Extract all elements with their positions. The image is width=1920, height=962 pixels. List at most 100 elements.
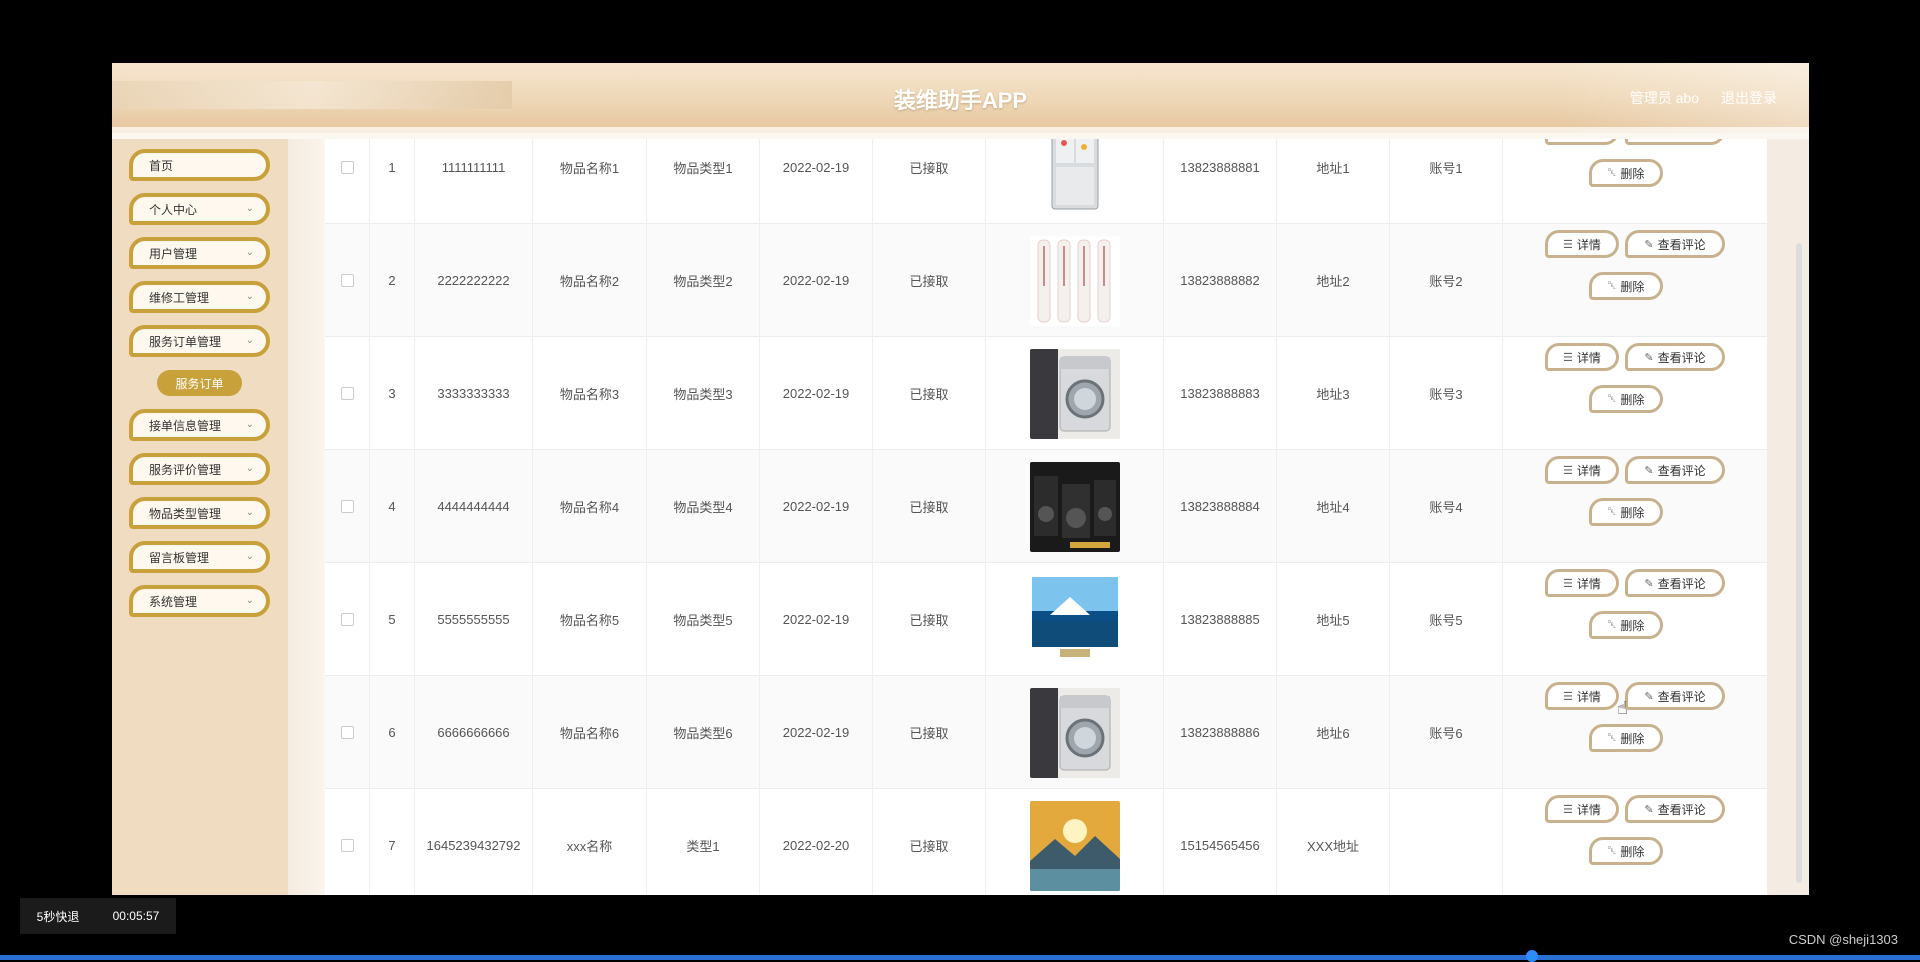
order-table: 1 1111111111 物品名称1 物品类型1 2022-02-19 已接取 138238…: [325, 139, 1767, 895]
row-checkbox[interactable]: [340, 613, 354, 626]
row-checkbox-cell: [325, 139, 370, 224]
sidebar-item-service-order-management[interactable]: 服务订单管理 ⌄: [129, 325, 270, 357]
sidebar-item-order-info-management[interactable]: 接单信息管理 ⌄: [129, 409, 270, 441]
video-player-bar: 5秒快退 00:05:57: [20, 898, 176, 934]
view-reviews-button[interactable]: ✎查看评论: [1625, 795, 1725, 823]
item-image-cell: [986, 676, 1164, 789]
item-image-cell: [986, 789, 1164, 895]
playback-time: 00:05:57: [112, 909, 160, 923]
row-checkbox[interactable]: [340, 839, 354, 852]
sidebar-item-home[interactable]: 首页: [129, 149, 270, 181]
detail-button[interactable]: ☰详情: [1545, 682, 1619, 710]
button-label: 删除: [1620, 279, 1645, 294]
chevron-down-icon: ⌄: [245, 291, 254, 302]
delete-button[interactable]: ␡ 删除: [1589, 272, 1663, 300]
phone-number: 13823888886: [1164, 676, 1277, 789]
table-row: 2 2222222222 物品名称2 物品类型2 2022-02-19 已接取 138238…: [325, 224, 1767, 337]
document-icon: ☰: [1563, 351, 1573, 364]
button-label: 删除: [1620, 618, 1645, 633]
button-label: 详情: [1576, 350, 1601, 365]
logout-link[interactable]: 退出登录: [1721, 88, 1777, 108]
delete-button[interactable]: ␡ 删除: [1589, 611, 1663, 639]
edit-icon: ✎: [1644, 803, 1654, 816]
document-icon: ☰: [1563, 464, 1573, 477]
trash-icon: ␡: [1607, 844, 1617, 857]
scrollbar-track[interactable]: [1767, 139, 1809, 895]
chevron-down-icon: ⌄: [245, 419, 254, 430]
order-number: 1645239432792: [415, 789, 533, 895]
sidebar-item-item-type-management[interactable]: 物品类型管理 ⌄: [129, 497, 270, 529]
detail-button[interactable]: ☰详情: [1545, 795, 1619, 823]
row-checkbox-cell: [325, 224, 370, 337]
delete-button[interactable]: ␡ 删除: [1589, 837, 1663, 865]
sidebar-item-label: 物品类型管理: [149, 506, 222, 521]
row-checkbox-cell: [325, 337, 370, 450]
row-index: 5: [370, 563, 415, 676]
scrollbar-thumb[interactable]: [1796, 243, 1802, 883]
sidebar-item-system-management[interactable]: 系统管理 ⌄: [129, 585, 270, 617]
address: 地址5: [1277, 563, 1390, 676]
detail-button[interactable]: ☰详情: [1545, 456, 1619, 484]
view-reviews-button[interactable]: ✎查看评论: [1625, 230, 1725, 258]
view-reviews-button[interactable]: ✎查看评论: [1625, 569, 1725, 597]
actions-cell: ☰详情✎查看评论␡删除: [1503, 337, 1767, 450]
view-reviews-button[interactable]: ✎查看评论: [1625, 343, 1725, 371]
item-image-cell: [986, 563, 1164, 676]
actions-cell: ☰详情✎查看评论 ␡删除: [1503, 450, 1767, 563]
row-index: 7: [370, 789, 415, 895]
detail-button[interactable]: ☰详情: [1545, 230, 1619, 258]
sidebar-item-repairman-management[interactable]: 维修工管理 ⌄: [129, 281, 270, 313]
sidebar-item-label: 留言板管理: [149, 550, 210, 565]
edit-icon: ✎: [1644, 351, 1654, 364]
phone-number: 13823888884: [1164, 450, 1277, 563]
sidebar-item-user-management[interactable]: 用户管理 ⌄: [129, 237, 270, 269]
button-label: 删除: [1620, 505, 1645, 520]
account: 账号4: [1390, 450, 1503, 563]
order-date: 2022-02-19: [760, 450, 873, 563]
sidebar-subitem-service-order[interactable]: 服务订单: [157, 370, 242, 396]
sidebar-item-review-management[interactable]: 服务评价管理 ⌄: [129, 453, 270, 485]
sidebar-item-message-board-management[interactable]: 留言板管理 ⌄: [129, 541, 270, 573]
item-name: 物品名称1: [533, 139, 647, 224]
table-row: 3 3333333333 物品名称3 物品类型3 2022-02-19 已接取 138238…: [325, 337, 1767, 450]
view-reviews-button[interactable]: ✎查看评论: [1625, 682, 1725, 710]
document-icon: ☰: [1563, 803, 1573, 816]
delete-button[interactable]: ␡ 删除: [1589, 385, 1663, 413]
row-checkbox[interactable]: [340, 726, 354, 739]
phone-number: 13823888882: [1164, 224, 1277, 337]
row-checkbox[interactable]: [340, 161, 354, 174]
view-reviews-button[interactable]: ✎查看评论: [1625, 139, 1725, 145]
sidebar-item-personal-center[interactable]: 个人中心 ⌄: [129, 193, 270, 225]
trash-icon: ␡: [1607, 618, 1617, 631]
table-row: 1 1111111111 物品名称1 物品类型1 2022-02-19 已接取 138238…: [325, 139, 1767, 224]
item-image: [1029, 574, 1120, 665]
view-reviews-button[interactable]: ✎查看评论: [1625, 456, 1725, 484]
phone-number: 15154565456: [1164, 789, 1277, 895]
delete-button[interactable]: ␡ 删除: [1589, 498, 1663, 526]
delete-button[interactable]: ␡ 删除: [1589, 159, 1663, 187]
detail-button[interactable]: ☰详情: [1545, 569, 1619, 597]
row-checkbox[interactable]: [340, 500, 354, 513]
detail-button[interactable]: ☰详情: [1545, 139, 1619, 145]
button-label: 详情: [1576, 237, 1601, 252]
button-label: 查看评论: [1657, 350, 1706, 365]
button-label: 详情: [1576, 576, 1601, 591]
item-name: xxx名称: [533, 789, 647, 895]
item-name: 物品名称5: [533, 563, 647, 676]
video-progress-bar[interactable]: [0, 955, 1920, 960]
edit-icon: ✎: [1644, 577, 1654, 590]
item-image: [1029, 800, 1120, 891]
edit-icon: ✎: [1644, 464, 1654, 477]
item-type: 类型1: [647, 789, 760, 895]
video-progress-knob[interactable]: [1526, 950, 1538, 962]
skip-back-button[interactable]: 5秒快退: [37, 908, 80, 925]
delete-button[interactable]: ␡ 删除: [1589, 724, 1663, 752]
row-index: 2: [370, 224, 415, 337]
button-label: 删除: [1620, 392, 1645, 407]
row-checkbox-cell: [325, 789, 370, 895]
detail-button[interactable]: ☰详情: [1545, 343, 1619, 371]
row-checkbox[interactable]: [340, 387, 354, 400]
account: 账号3: [1390, 337, 1503, 450]
sidebar-item-label: 服务评价管理: [149, 462, 222, 477]
row-checkbox[interactable]: [340, 274, 354, 287]
